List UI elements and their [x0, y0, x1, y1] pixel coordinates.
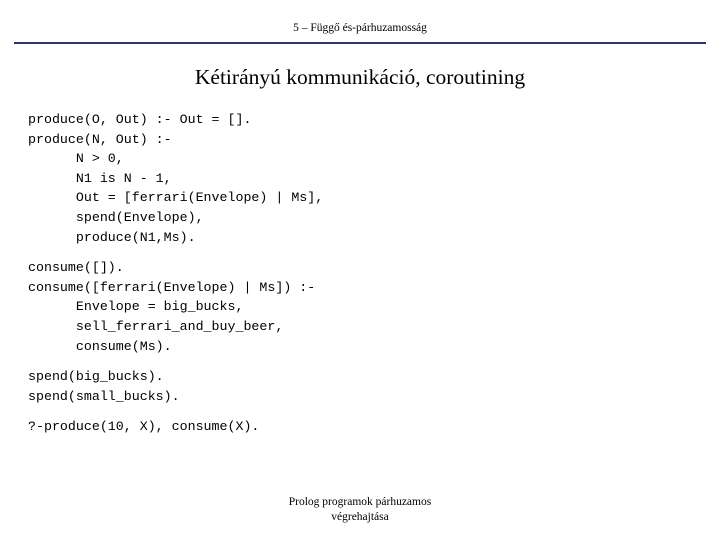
slide: 5 – Függő és-párhuzamosság Kétirányú kom… [0, 0, 720, 540]
code-line: consume([ferrari(Envelope) | Ms]) :- [28, 279, 316, 295]
code-line: produce(O, Out) :- Out = []. [28, 112, 252, 127]
code-line: N > 0, [28, 151, 124, 167]
slide-title: Kétirányú kommunikáció, coroutining [194, 65, 526, 89]
code-line: ?-produce(10, X), consume(X). [28, 419, 260, 435]
footer-line-1: Prolog programok párhuzamos [288, 496, 432, 508]
code-line: spend(small_bucks). [28, 388, 180, 404]
code-line: produce(N, Out) :- [28, 131, 172, 147]
code-line: sell_ferrari_and_buy_beer, [28, 318, 284, 334]
slide-header: 5 – Függő és-párhuzamosság [293, 22, 427, 34]
code-block: produce(O, Out) :- Out = []. produce(N, O… [28, 110, 688, 437]
header-divider [14, 42, 706, 44]
code-line: produce(N1,Ms). [28, 229, 196, 245]
code-line: Out = [ferrari(Envelope) | Ms], [28, 190, 324, 206]
code-line: N1 is N - 1, [28, 170, 172, 186]
code-line: consume(Ms). [28, 338, 172, 354]
slide-footer: Prolog programok párhuzamos végrehajtása [0, 495, 720, 525]
code-line: spend(Envelope), [28, 209, 204, 225]
code-line: spend(big_bucks). [28, 369, 164, 385]
footer-line-2: végrehajtása [331, 511, 389, 523]
code-line: consume([]). [28, 260, 124, 276]
code-line: Envelope = big_bucks, [28, 299, 244, 315]
